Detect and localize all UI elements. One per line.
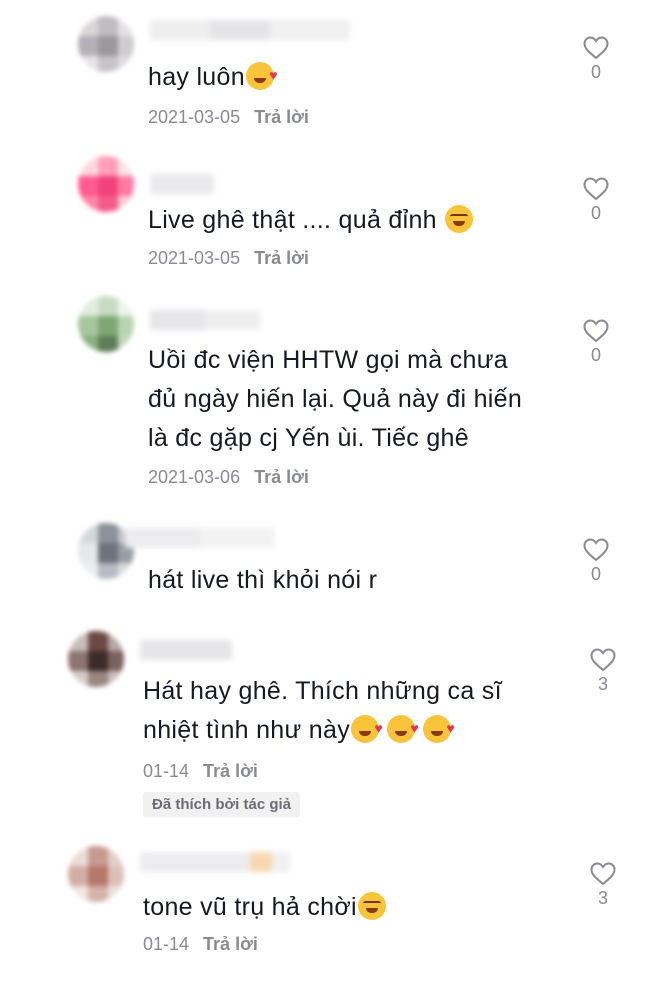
comment-text: Hát hay ghê. Thích những ca sĩ nhiệt tìn… [143,672,502,750]
username-redacted[interactable] [140,640,232,660]
comment-date: 01-14 [143,761,190,781]
comment-meta: 2021-03-05 Trả lời [148,248,309,269]
comment-text: hát live thì khỏi nói r [148,566,378,594]
heart-outline-icon [583,538,609,562]
liked-by-author-badge: Đã thích bởi tác giả [143,792,301,817]
reply-button[interactable]: Trả lời [203,761,258,782]
comment-meta: 01-14 Trả lời [143,761,258,782]
like-button[interactable]: 3 [583,862,623,909]
like-count: 3 [597,888,608,908]
like-button[interactable]: 0 [576,177,616,224]
reply-button[interactable]: Trả lời [254,107,309,128]
comment-text: Uồi đc viện HHTW gọi mà chưa đủ ngày hiế… [148,346,523,452]
comment-text: hay luôn [148,56,278,97]
like-button[interactable]: 3 [583,648,623,695]
heart-outline-icon [583,177,609,201]
heart-outline-icon [590,862,616,886]
smiling-face-with-hearts-emoji [351,709,383,748]
comment-meta: 2021-03-05 Trả lời [148,107,309,128]
heart-outline-icon [583,319,609,343]
like-button[interactable]: 0 [576,538,616,585]
heart-outline-icon [590,648,616,672]
like-count: 0 [590,345,601,365]
like-count: 0 [590,62,601,82]
username-redacted[interactable] [150,174,214,194]
like-count: 0 [590,203,601,223]
username-redacted[interactable] [150,20,350,40]
face-with-tears-of-joy-emoji [445,205,474,233]
like-count: 0 [590,564,601,584]
like-button[interactable]: 0 [576,319,616,366]
comment-date: 2021-03-05 [148,107,241,127]
reply-button[interactable]: Trả lời [254,467,309,488]
heart-outline-icon [583,36,609,60]
comment-meta: 01-14 Trả lời [143,934,258,955]
smiling-face-with-hearts-emoji [423,709,455,748]
comment-date: 2021-03-05 [148,248,241,268]
comment-date: 2021-03-06 [148,467,241,487]
avatar[interactable] [78,156,134,212]
avatar[interactable] [78,16,134,72]
like-count: 3 [597,674,608,694]
reply-button[interactable]: Trả lời [254,248,309,269]
smiling-face-with-hearts-emoji [245,56,278,95]
username-redacted[interactable] [150,310,260,330]
face-with-tears-of-joy-emoji [357,892,386,920]
like-button[interactable]: 0 [576,36,616,83]
username-redacted[interactable] [140,852,290,872]
smiling-face-with-hearts-emoji [387,709,419,748]
comment-meta: 2021-03-06 Trả lời [148,467,309,488]
comment-date: 01-14 [143,934,190,954]
avatar[interactable] [68,846,124,902]
username-redacted[interactable] [125,528,275,548]
comment-text: Live ghê thật .... quả đỉnh [148,201,474,240]
avatar[interactable] [68,631,124,687]
comment-text: tone vũ trụ hả chời [143,888,386,927]
avatar[interactable] [78,296,134,352]
reply-button[interactable]: Trả lời [203,934,258,955]
